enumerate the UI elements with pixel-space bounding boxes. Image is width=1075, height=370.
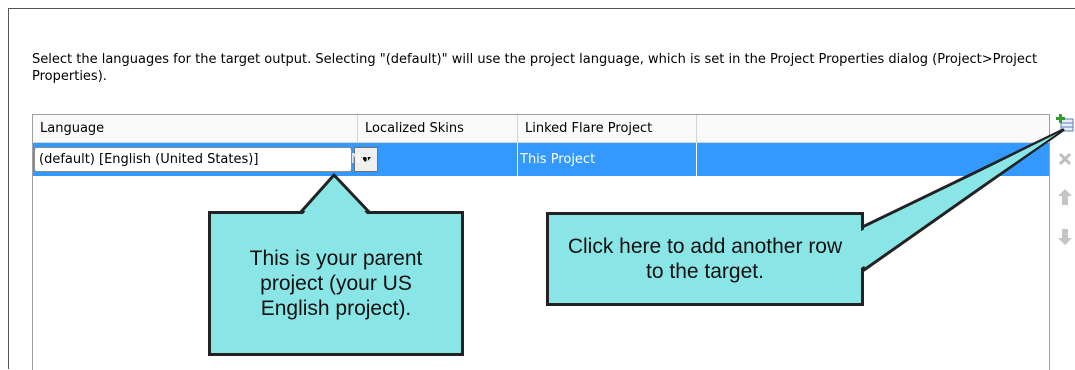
callout-pointer-joins bbox=[303, 133, 1058, 268]
